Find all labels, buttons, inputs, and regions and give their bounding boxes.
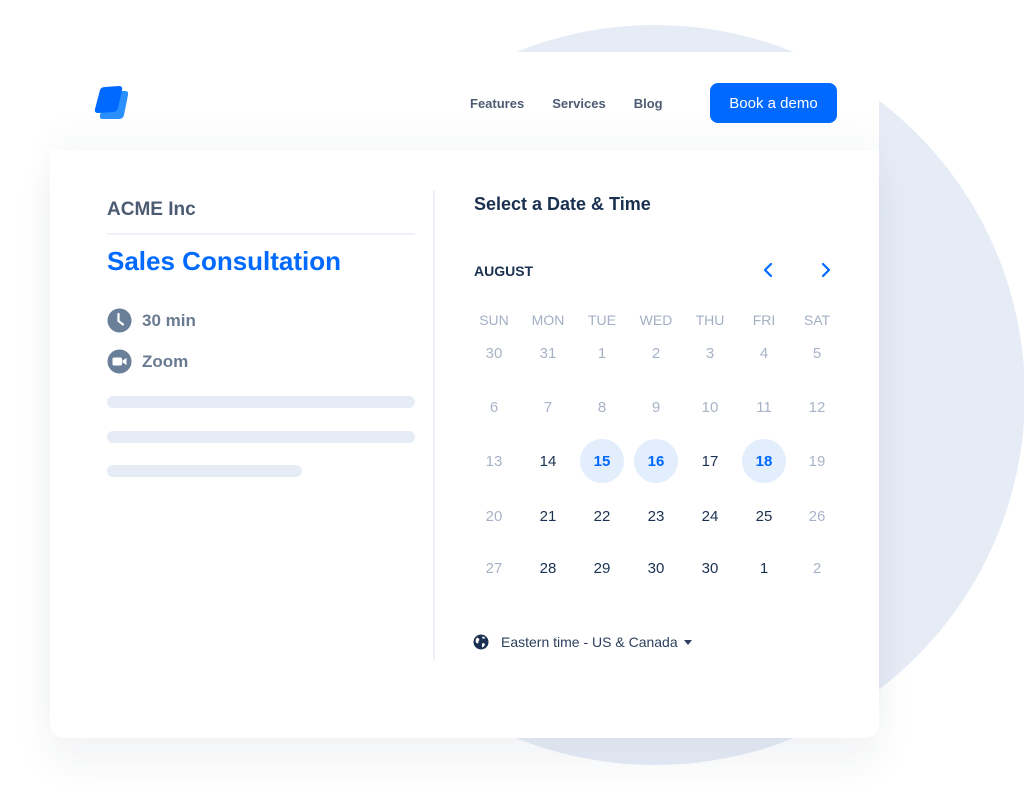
month-label: AUGUST bbox=[474, 263, 534, 279]
nav-link-services[interactable]: Services bbox=[552, 96, 606, 111]
timezone-selector[interactable]: Eastern time - US & Canada bbox=[473, 634, 692, 650]
duration-text: 30 min bbox=[142, 310, 196, 330]
calendar-day-available[interactable]: 22 bbox=[580, 494, 624, 538]
company-name: ACME Inc bbox=[107, 199, 196, 220]
calendar-day-available[interactable]: 30 bbox=[634, 546, 678, 590]
weekday-fri: FRI bbox=[752, 312, 776, 328]
calendar-day-available[interactable]: 23 bbox=[634, 494, 678, 538]
location-row: Zoom bbox=[107, 349, 188, 374]
calendar-day-available[interactable]: 24 bbox=[688, 494, 732, 538]
clock-icon bbox=[107, 308, 132, 333]
placeholder-line bbox=[107, 465, 302, 477]
caret-down-icon bbox=[683, 639, 692, 645]
next-month-button[interactable] bbox=[814, 258, 838, 282]
weekday-wed: WED bbox=[639, 312, 673, 328]
calendar-day-disabled: 1 bbox=[597, 344, 607, 362]
calendar-day-disabled: 9 bbox=[651, 398, 661, 416]
calendar-day-available[interactable]: 21 bbox=[526, 494, 570, 538]
placeholder-line bbox=[107, 396, 415, 408]
video-camera-icon bbox=[107, 349, 132, 374]
calendar-day-disabled: 5 bbox=[812, 344, 822, 362]
chevron-left-icon bbox=[763, 262, 773, 278]
globe-icon bbox=[473, 634, 489, 650]
calendar-day-available-highlighted[interactable]: 18 bbox=[742, 439, 786, 483]
calendar-day-disabled: 3 bbox=[705, 344, 715, 362]
calendar-day-disabled: 26 bbox=[808, 507, 826, 525]
calendar-day-available[interactable]: 25 bbox=[742, 494, 786, 538]
nav-link-blog[interactable]: Blog bbox=[634, 96, 663, 111]
prev-month-button[interactable] bbox=[756, 258, 780, 282]
calendar-day-disabled: 13 bbox=[485, 452, 503, 470]
event-title: Sales Consultation bbox=[107, 246, 342, 276]
calendar-day-disabled: 2 bbox=[812, 559, 822, 577]
picker-title: Select a Date & Time bbox=[474, 194, 651, 214]
calendar-day-disabled: 20 bbox=[485, 507, 503, 525]
calendar-day-disabled: 10 bbox=[701, 398, 719, 416]
chevron-right-icon bbox=[821, 262, 831, 278]
main-nav: Features Services Blog bbox=[470, 83, 693, 123]
calendar-day-disabled: 19 bbox=[808, 452, 826, 470]
timezone-label: Eastern time - US & Canada bbox=[501, 634, 678, 650]
weekday-thu: THU bbox=[695, 312, 725, 328]
calendar-day-available[interactable]: 29 bbox=[580, 546, 624, 590]
panel-divider bbox=[433, 190, 435, 660]
brand-logo-icon[interactable] bbox=[92, 86, 128, 120]
calendar-day-available[interactable]: 14 bbox=[526, 439, 570, 483]
calendar-day-disabled: 31 bbox=[539, 344, 557, 362]
calendar-day-disabled: 30 bbox=[485, 344, 503, 362]
calendar-day-available[interactable]: 28 bbox=[526, 546, 570, 590]
calendar-day-available[interactable]: 17 bbox=[688, 439, 732, 483]
weekday-sat: SAT bbox=[803, 312, 831, 328]
duration-row: 30 min bbox=[107, 308, 196, 333]
weekday-mon: MON bbox=[531, 312, 565, 328]
calendar-day-disabled: 4 bbox=[759, 344, 769, 362]
location-text: Zoom bbox=[142, 351, 189, 371]
calendar-day-available-highlighted[interactable]: 15 bbox=[580, 439, 624, 483]
calendar-day-available[interactable]: 1 bbox=[742, 546, 786, 590]
calendar-day-disabled: 8 bbox=[597, 398, 607, 416]
weekday-sun: SUN bbox=[479, 312, 509, 328]
calendar-day-available-highlighted[interactable]: 16 bbox=[634, 439, 678, 483]
placeholder-line bbox=[107, 431, 415, 443]
calendar-day-available[interactable]: 30 bbox=[688, 546, 732, 590]
company-divider bbox=[107, 233, 415, 235]
nav-link-features[interactable]: Features bbox=[470, 96, 524, 111]
calendar-day-disabled: 2 bbox=[651, 344, 661, 362]
weekday-tue: TUE bbox=[588, 312, 616, 328]
calendar-day-disabled: 27 bbox=[485, 559, 503, 577]
calendar-day-disabled: 7 bbox=[543, 398, 553, 416]
book-demo-button[interactable]: Book a demo bbox=[710, 83, 837, 123]
calendar-day-disabled: 12 bbox=[808, 398, 826, 416]
calendar-day-disabled: 6 bbox=[489, 398, 499, 416]
calendar-day-disabled: 11 bbox=[756, 398, 772, 416]
